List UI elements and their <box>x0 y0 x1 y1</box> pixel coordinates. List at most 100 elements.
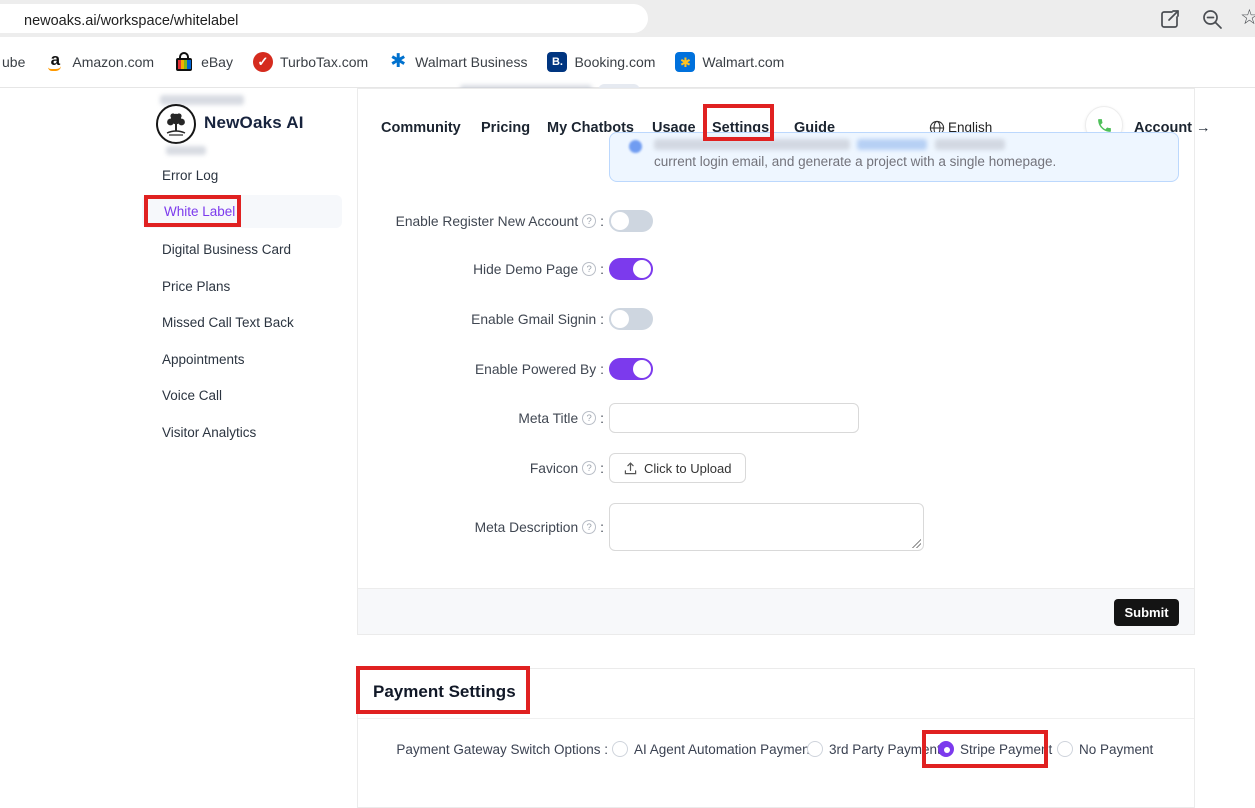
sidebar-item-digital-business-card[interactable]: Digital Business Card <box>140 234 342 264</box>
form-row: Favicon ? : Click to Upload <box>358 453 958 483</box>
help-icon[interactable]: ? <box>582 461 596 475</box>
sidebar-item-appointments[interactable]: Appointments <box>140 344 342 374</box>
bookmark-label: TurboTax.com <box>280 54 368 70</box>
sidebar-item-price-plans[interactable]: Price Plans <box>140 271 342 301</box>
sidebar-item-white-label[interactable]: White Label <box>142 195 342 228</box>
nav-community[interactable]: Community <box>381 118 461 138</box>
favicon-upload-button[interactable]: Click to Upload <box>609 453 746 483</box>
bookmarks-bar: ube a Amazon.com eBay ✓ TurboTax.com ✱ W… <box>0 37 1255 88</box>
bookmark-booking[interactable]: B. Booking.com <box>547 52 655 72</box>
field-label: Enable Powered By : <box>358 362 604 377</box>
help-icon[interactable]: ? <box>582 520 596 534</box>
redacted-text <box>654 139 850 150</box>
zoom-out-icon[interactable] <box>1200 7 1224 31</box>
resize-handle-icon[interactable] <box>912 539 921 548</box>
field-label: Enable Gmail Signin : <box>358 312 604 327</box>
bookmark-turbotax[interactable]: ✓ TurboTax.com <box>253 52 368 72</box>
bookmark-youtube[interactable]: ube <box>2 54 25 70</box>
nav-pricing[interactable]: Pricing <box>481 118 530 138</box>
radio-ai-agent-automation-payment[interactable]: AI Agent Automation Payment <box>612 741 813 757</box>
enable-powered-by-toggle[interactable] <box>609 358 653 380</box>
bookmark-label: Walmart.com <box>702 54 784 70</box>
sidebar-item-visitor-analytics[interactable]: Visitor Analytics <box>140 417 342 447</box>
enable-gmail-signin-toggle[interactable] <box>609 308 653 330</box>
sidebar-item-label: Voice Call <box>162 388 222 403</box>
sidebar-item-voice-call[interactable]: Voice Call <box>140 380 342 410</box>
form-row: Meta Title ? : <box>358 403 958 433</box>
sidebar-item-missed-call-text-back[interactable]: Missed Call Text Back <box>140 307 342 337</box>
meta-title-input[interactable] <box>609 403 859 433</box>
bookmark-label: Amazon.com <box>72 54 154 70</box>
bookmark-label: ube <box>2 54 25 70</box>
field-label: Favicon ? : <box>358 461 604 476</box>
white-label-settings-card: Community Pricing My Chatbots Usage Sett… <box>357 88 1195 635</box>
favorites-star-icon[interactable]: ☆ <box>1240 5 1255 30</box>
sidebar-item-label: White Label <box>164 204 235 219</box>
url-text[interactable]: newoaks.ai/workspace/whitelabel <box>24 13 238 29</box>
radio-label: Stripe Payment <box>960 742 1052 757</box>
sidebar-item-label: Missed Call Text Back <box>162 315 294 330</box>
walmart-spark-icon: ✱ <box>388 52 408 72</box>
sidebar-item-error-log[interactable]: Error Log <box>140 160 342 190</box>
amazon-icon: a <box>45 52 65 72</box>
walmart-icon: ✱ <box>675 52 695 72</box>
radio-no-payment[interactable]: No Payment <box>1057 741 1153 757</box>
card-footer: Submit <box>358 588 1194 634</box>
help-icon[interactable]: ? <box>582 411 596 425</box>
sidebar-item-label: Appointments <box>162 352 245 367</box>
redacted-text <box>935 139 1005 150</box>
meta-description-textarea[interactable] <box>609 503 924 551</box>
radio-3rd-party-payment[interactable]: 3rd Party Payment <box>807 741 941 757</box>
sidebar-item-label: Visitor Analytics <box>162 425 256 440</box>
info-alert: current login email, and generate a proj… <box>609 132 1179 182</box>
bookmark-ebay[interactable]: eBay <box>174 52 233 72</box>
redacted-text <box>166 146 206 155</box>
bookmark-label: Walmart Business <box>415 54 527 70</box>
bookmark-label: Booking.com <box>574 54 655 70</box>
payment-settings-card: Payment Settings Payment Gateway Switch … <box>357 668 1195 808</box>
submit-button[interactable]: Submit <box>1114 599 1179 626</box>
redacted-link <box>857 139 927 150</box>
url-pill[interactable]: newoaks.ai/workspace/whitelabel <box>0 4 648 33</box>
hide-demo-page-toggle[interactable] <box>609 258 653 280</box>
payment-settings-title: Payment Settings <box>373 682 516 702</box>
payment-gateway-label: Payment Gateway Switch Options : <box>358 742 608 757</box>
help-icon[interactable]: ? <box>582 262 596 276</box>
newoaks-logo-icon <box>156 104 196 144</box>
form-row: Enable Gmail Signin : <box>358 308 958 330</box>
field-label: Meta Title ? : <box>358 411 604 426</box>
bookmark-walmart-business[interactable]: ✱ Walmart Business <box>388 52 527 72</box>
enable-register-new-account-toggle[interactable] <box>609 210 653 232</box>
sidebar: NewOaks AI Error Log White Label Digital… <box>140 88 342 508</box>
form-row: Enable Powered By : <box>358 358 958 380</box>
divider <box>358 718 1194 719</box>
info-icon <box>629 140 642 153</box>
radio-label: AI Agent Automation Payment <box>634 742 813 757</box>
share-icon[interactable] <box>1158 7 1182 31</box>
radio-circle-icon <box>1057 741 1073 757</box>
sidebar-item-label: Digital Business Card <box>162 242 291 257</box>
radio-label: 3rd Party Payment <box>829 742 941 757</box>
alert-text: current login email, and generate a proj… <box>654 154 1056 169</box>
radio-selected-icon <box>938 741 954 757</box>
field-label: Meta Description ? : <box>358 520 604 535</box>
phone-icon <box>1096 117 1113 134</box>
booking-icon: B. <box>547 52 567 72</box>
field-label: Hide Demo Page ? : <box>358 262 604 277</box>
sidebar-item-label: Price Plans <box>162 279 230 294</box>
ebay-icon <box>174 52 194 72</box>
radio-circle-icon <box>807 741 823 757</box>
turbotax-icon: ✓ <box>253 52 273 72</box>
brand-name: NewOaks AI <box>204 113 304 133</box>
sidebar-item-label: Error Log <box>162 168 218 183</box>
radio-circle-icon <box>612 741 628 757</box>
help-icon[interactable]: ? <box>582 214 596 228</box>
radio-stripe-payment[interactable]: Stripe Payment <box>938 741 1052 757</box>
bookmark-walmart[interactable]: ✱ Walmart.com <box>675 52 784 72</box>
form-row: Enable Register New Account ? : <box>358 210 958 232</box>
form-row: Meta Description ? : <box>358 503 958 551</box>
form-row: Hide Demo Page ? : <box>358 258 958 280</box>
field-label: Enable Register New Account ? : <box>358 214 604 229</box>
bookmark-amazon[interactable]: a Amazon.com <box>45 52 154 72</box>
upload-icon <box>624 462 637 475</box>
